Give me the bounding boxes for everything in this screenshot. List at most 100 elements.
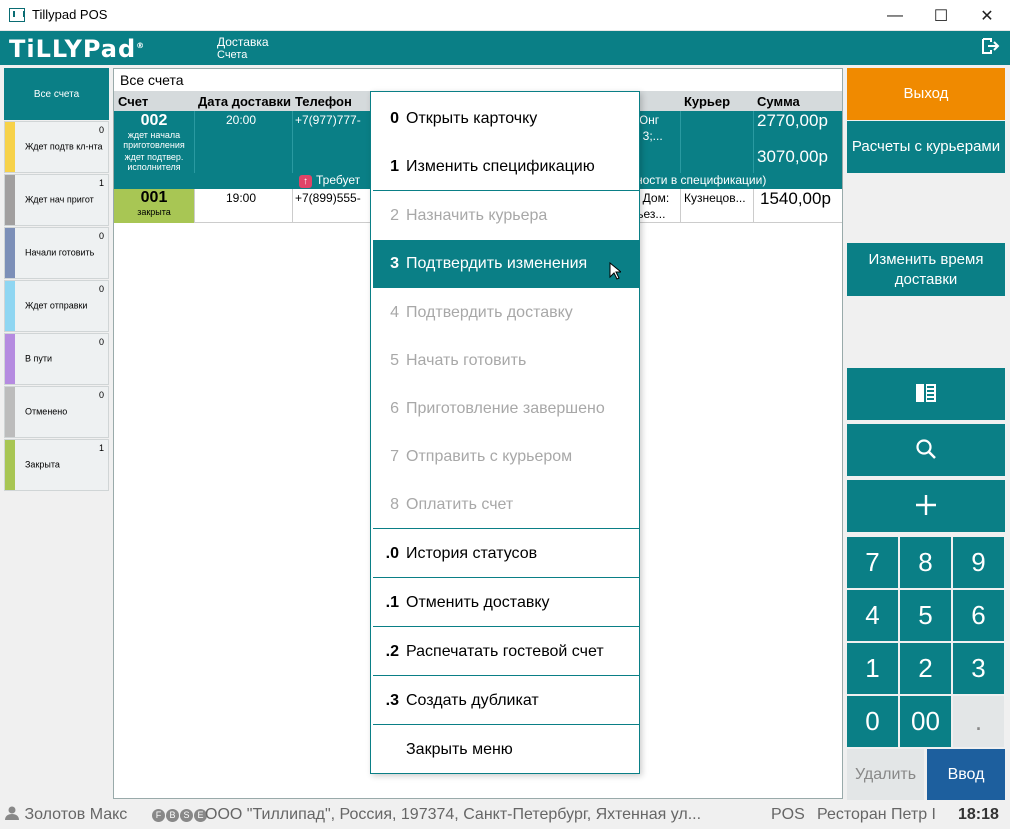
keypad-key: . — [953, 696, 1004, 747]
sidebar-item-status[interactable]: В пути 0 — [4, 333, 109, 385]
context-menu: 0 Открыть карточку 1 Изменить спецификацию 2… — [370, 91, 640, 774]
sidebar-item-status[interactable]: Закрыта 1 — [4, 439, 109, 491]
mode-badges: FBSE — [152, 806, 208, 824]
sidebar-item-status[interactable]: Ждет нач пригот 1 — [4, 174, 109, 226]
menu-item-label: Подтвердить доставку — [406, 304, 573, 321]
col-date[interactable]: Дата доставки — [198, 94, 291, 109]
menu-item-label: Назначить курьера — [406, 207, 548, 224]
sidebar-item-label: Ждет нач пригот — [25, 194, 94, 205]
menu-separator — [373, 626, 639, 627]
status-color-stripe — [5, 175, 15, 225]
keypad-key[interactable]: 1 — [847, 643, 898, 694]
menu-item[interactable]: .2 Распечатать гостевой счет — [373, 628, 639, 676]
col-bill[interactable]: Счет — [118, 94, 148, 109]
requirement-notice-tail: ности в спецификации) — [636, 173, 767, 187]
sum-total: 3070,00р — [757, 147, 828, 166]
enter-button[interactable]: Ввод — [927, 749, 1005, 800]
status-color-stripe — [5, 281, 15, 331]
keypad-key[interactable]: 7 — [847, 537, 898, 588]
menu-separator — [373, 577, 639, 578]
address-cont: : 3;... — [636, 129, 663, 143]
bill-id-cell: 002 ждет начала приготовления ждет подтв… — [123, 112, 185, 172]
menu-item-key: 2 — [390, 207, 399, 224]
keypad-key[interactable]: 4 — [847, 590, 898, 641]
menu-item[interactable]: .3 Создать дубликат — [373, 677, 639, 725]
delete-button[interactable]: Удалить — [847, 749, 924, 800]
requirement-notice: ↑ Требует — [299, 173, 360, 188]
address-cont: ъез... — [636, 207, 666, 221]
minimize-button[interactable]: — — [872, 0, 918, 31]
menu-item-label: Распечатать гостевой счет — [406, 643, 604, 660]
menu-item-key: .2 — [385, 643, 399, 660]
app-icon — [9, 8, 25, 22]
menu-item[interactable]: 3 Подтвердить изменения — [373, 240, 639, 288]
menu-item-key: .0 — [385, 545, 399, 562]
user-icon — [5, 806, 19, 820]
arrow-up-icon: ↑ — [299, 175, 312, 188]
sidebar-item-label: Отменено — [25, 406, 68, 417]
menu-item-label: Создать дубликат — [406, 692, 539, 709]
mode-badge: S — [180, 809, 193, 822]
sidebar-item-count: 1 — [98, 178, 104, 188]
menu-item[interactable]: Закрыть меню — [373, 726, 639, 774]
terminal-name: POS — [771, 806, 805, 823]
phone: +7(899)555- — [295, 191, 361, 205]
status-color-stripe — [5, 440, 15, 490]
search-icon — [915, 438, 937, 463]
sidebar-item-count: 0 — [98, 231, 104, 241]
sidebar-item-status[interactable]: Начали готовить 0 — [4, 227, 109, 279]
column-view-button[interactable] — [847, 368, 1005, 420]
col-sum[interactable]: Сумма — [757, 94, 800, 109]
menu-item[interactable]: 1 Изменить спецификацию — [373, 143, 639, 191]
menu-item-label: Закрыть меню — [406, 741, 513, 758]
keypad-key[interactable]: 2 — [900, 643, 951, 694]
add-button[interactable] — [847, 480, 1005, 532]
keypad-key[interactable]: 6 — [953, 590, 1004, 641]
keypad-key[interactable]: 5 — [900, 590, 951, 641]
search-button[interactable] — [847, 424, 1005, 476]
mode-badge: B — [166, 809, 179, 822]
sidebar-item-status[interactable]: Ждет отправки 0 — [4, 280, 109, 332]
menu-separator — [373, 528, 639, 529]
sidebar-item-status[interactable]: Отменено 0 — [4, 386, 109, 438]
keypad-key[interactable]: 8 — [900, 537, 951, 588]
menu-item[interactable]: .1 Отменить доставку — [373, 579, 639, 627]
keypad-key[interactable]: 00 — [900, 696, 951, 747]
courier-settlements-button[interactable]: Расчеты с курьерами — [847, 121, 1005, 173]
keypad-key[interactable]: 3 — [953, 643, 1004, 694]
user-info: Золотов Макс — [4, 806, 127, 824]
sidebar-item-all[interactable]: Все счета — [4, 68, 109, 120]
address: ; Дом: — [636, 191, 670, 205]
menu-item-label: Подтвердить изменения — [406, 255, 588, 272]
keypad-key[interactable]: 9 — [953, 537, 1004, 588]
mouse-cursor-icon — [609, 261, 623, 285]
menu-item-label: Начать готовить — [406, 352, 527, 369]
status-color-stripe — [5, 334, 15, 384]
menu-item: 4 Подтвердить доставку — [373, 289, 639, 337]
sidebar-item-label: Ждет отправки — [25, 300, 88, 311]
menu-item: 6 Приготовление завершено — [373, 385, 639, 433]
breadcrumb-section: Доставка — [217, 35, 269, 49]
menu-item-label: Отправить с курьером — [406, 448, 573, 465]
keypad-key[interactable]: 0 — [847, 696, 898, 747]
change-delivery-time-button[interactable]: Изменить время доставки — [847, 243, 1005, 296]
tillypad-logo: TiLLYPad® — [9, 35, 146, 63]
sidebar-item-status[interactable]: Ждет подтв кл-нта 0 — [4, 121, 109, 173]
menu-separator — [373, 190, 639, 191]
status-color-stripe — [5, 387, 15, 437]
logout-icon[interactable] — [982, 38, 1000, 59]
clock: 18:18 — [958, 806, 999, 823]
exit-button[interactable]: Выход — [847, 68, 1005, 120]
sum: 2770,00р — [757, 111, 828, 130]
maximize-button[interactable]: ☐ — [918, 0, 964, 31]
menu-item[interactable]: 0 Открыть карточку — [373, 95, 639, 143]
col-courier[interactable]: Курьер — [684, 94, 730, 109]
close-button[interactable]: ✕ — [964, 0, 1010, 31]
app-window: Tillypad POS — ☐ ✕ TiLLYPad® Доставка Сч… — [0, 0, 1010, 829]
col-phone[interactable]: Телефон — [295, 94, 352, 109]
menu-item: 7 Отправить с курьером — [373, 433, 639, 481]
menu-item[interactable]: .0 История статусов — [373, 530, 639, 578]
courier: Кузнецов... — [684, 191, 746, 205]
app-header: TiLLYPad® Доставка Счета — [0, 31, 1010, 65]
title-bar: Tillypad POS — ☐ ✕ — [0, 0, 1010, 31]
